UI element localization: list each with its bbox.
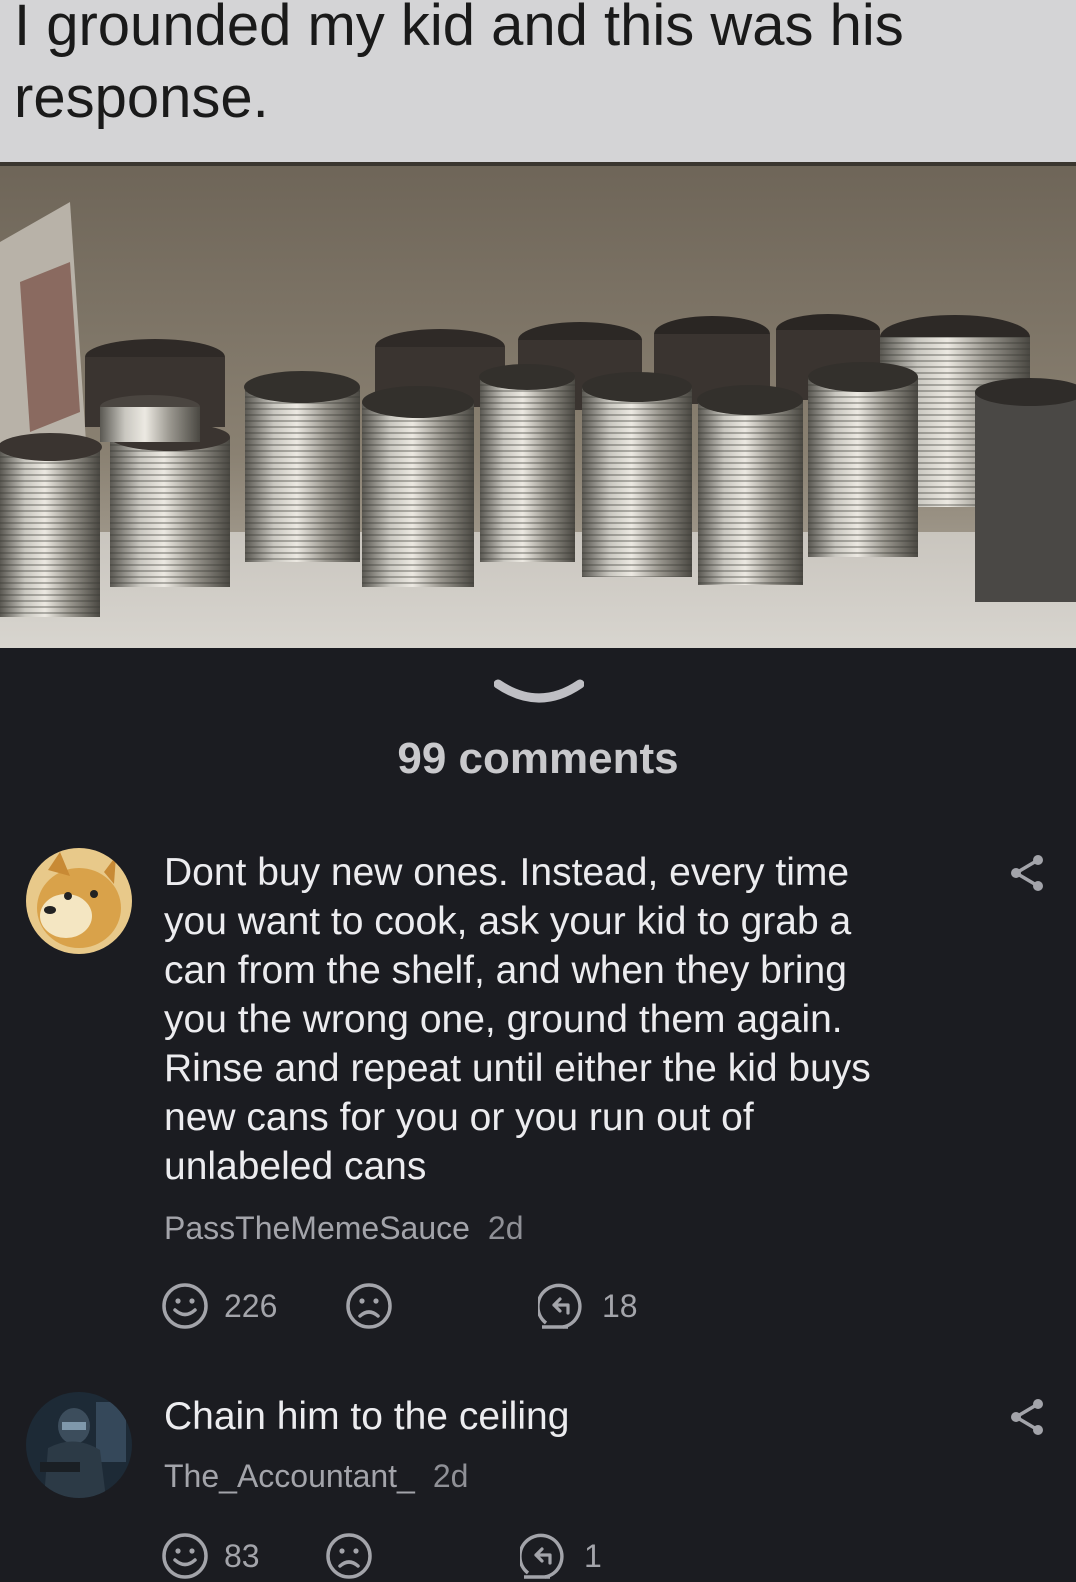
comment-age: 2d [487, 1210, 524, 1246]
comment-text: Dont buy new ones. Instead, every time y… [164, 851, 871, 1188]
comment-meta: PassTheMemeSauce 2d [164, 1210, 524, 1247]
comment-age: 2d [432, 1458, 469, 1494]
like-button[interactable]: 226 [160, 1280, 277, 1332]
like-count: 226 [224, 1287, 278, 1324]
comment-author[interactable]: The_Accountant_ [164, 1458, 415, 1494]
comment-meta: The_Accountant_ 2d [164, 1458, 468, 1495]
comments-count: 99 comments [397, 734, 679, 783]
smiley-icon [162, 1283, 208, 1329]
comment-text: Chain him to the ceiling [164, 1395, 570, 1438]
meme-photo[interactable] [0, 162, 1076, 648]
smiley-icon [162, 1533, 208, 1579]
comment-actions: 83 1 [160, 1530, 760, 1582]
frown-icon [326, 1533, 372, 1579]
frown-icon [346, 1283, 392, 1329]
comment-actions: 226 18 [160, 1280, 760, 1332]
avatar[interactable] [26, 848, 132, 954]
meme-caption-line1: I grounded my kid and this was his [14, 0, 904, 58]
dislike-button[interactable] [324, 1530, 374, 1582]
like-count: 83 [224, 1537, 260, 1574]
reply-icon [538, 1283, 582, 1329]
share-icon[interactable] [1006, 1396, 1048, 1438]
meme-caption: I grounded my kid and this was his respo… [0, 0, 1076, 162]
share-icon[interactable] [1006, 852, 1048, 894]
comment-author[interactable]: PassTheMemeSauce [164, 1210, 470, 1246]
chevron-down-icon[interactable] [494, 676, 584, 710]
reply-button[interactable]: 18 [538, 1280, 638, 1332]
dislike-button[interactable] [344, 1280, 394, 1332]
like-button[interactable]: 83 [160, 1530, 260, 1582]
reply-count: 1 [584, 1537, 602, 1574]
meme-caption-line2: response. [14, 65, 269, 130]
avatar[interactable] [26, 1392, 132, 1498]
reply-button[interactable]: 1 [520, 1530, 602, 1582]
reply-count: 18 [602, 1287, 638, 1324]
reply-icon [520, 1533, 564, 1579]
